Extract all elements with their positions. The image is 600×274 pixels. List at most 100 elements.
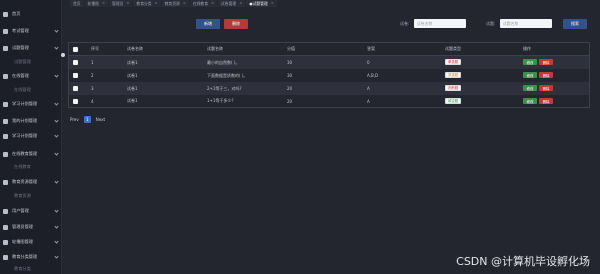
close-icon[interactable]: × xyxy=(271,0,274,7)
tab-admins[interactable]: 管理员 × xyxy=(109,0,133,7)
delete-button[interactable]: 删除 xyxy=(224,19,248,29)
answer: A,B,D xyxy=(367,73,379,78)
pagination: Prev 1 Next xyxy=(70,116,110,123)
sidebar-item-edu-category[interactable]: 教育分类管理 xyxy=(0,251,62,263)
answer: 0 xyxy=(367,60,370,65)
edit-button[interactable]: 修改 xyxy=(523,72,537,78)
row-checkbox[interactable] xyxy=(73,73,78,78)
paper-filter-label: 试卷: xyxy=(400,21,410,26)
sidebar-item-label: 在线教育管理 xyxy=(12,151,38,156)
edit-button[interactable]: 修改 xyxy=(523,85,537,91)
grid-icon xyxy=(3,73,8,79)
chevron-down-icon xyxy=(54,118,59,123)
table-header: 序号 试卷名称 试题名称 分值 答案 试题类型 操作 xyxy=(69,43,589,56)
table-row: 4 试卷1 1+1等于多少? 20 A 填空题 修改 删除 xyxy=(69,95,589,107)
edit-button[interactable]: 修改 xyxy=(523,59,537,65)
sidebar-item-questions[interactable]: 试题管理 xyxy=(0,42,62,54)
sidebar-item-label: 试题管理 xyxy=(12,45,29,50)
sidebar-subitem-edu-category[interactable]: 教育分类 xyxy=(0,263,62,274)
edit-button[interactable]: 修改 xyxy=(523,98,537,104)
question-type-tag: 判断题 xyxy=(445,85,462,91)
tab-online-edu[interactable]: 在线教育 × xyxy=(189,0,218,7)
sidebar-item-exam[interactable]: 考试管理 xyxy=(0,25,62,37)
sidebar-item-label: 教育资源管理 xyxy=(12,179,38,184)
sidebar-item-edu-resources[interactable]: 教育资源管理 xyxy=(0,176,62,188)
tab-papers[interactable]: 试卷管理 × xyxy=(218,0,246,7)
sidebar-subitem-questions[interactable]: 试题管理 xyxy=(0,56,62,68)
watermark: CSDN @计算机毕设孵化场 xyxy=(456,255,590,268)
tab-questions[interactable]: ●试题管理 × xyxy=(246,0,277,7)
sidebar-item-label: 教育资源 xyxy=(14,193,31,198)
row-index: 3 xyxy=(91,86,94,91)
tab-edu-category[interactable]: 教育分类 × xyxy=(133,0,161,7)
tab-label: 在线教育 xyxy=(192,1,208,6)
sidebar-item-admins[interactable]: 管理员管理 xyxy=(0,221,62,233)
row-checkbox[interactable] xyxy=(73,86,78,91)
close-icon[interactable]: × xyxy=(239,0,242,7)
tab-label: 教育分类 xyxy=(136,1,152,6)
question-search-input[interactable]: 试题名称 xyxy=(500,19,552,28)
close-icon[interactable]: × xyxy=(102,0,105,7)
sidebar-item-label: 首页 xyxy=(12,11,21,16)
close-icon[interactable]: × xyxy=(155,0,158,7)
row-checkbox[interactable] xyxy=(73,60,78,65)
sidebar-subitem-online-edu[interactable]: 在线教育 xyxy=(0,161,62,173)
sidebar-item-home[interactable]: 首页 xyxy=(0,8,62,20)
sidebar-item-online[interactable]: 在线管理 xyxy=(0,70,62,82)
row-index: 2 xyxy=(91,73,94,78)
sidebar-item-study-plan-2[interactable]: 学习计划管理 xyxy=(0,130,62,142)
tab-edu-resources[interactable]: 教育资源 × xyxy=(161,0,189,7)
sidebar-item-label: 教育分类管理 xyxy=(12,254,38,259)
sidebar-item-users[interactable]: 用户管理 xyxy=(0,205,62,217)
delete-row-button[interactable]: 删除 xyxy=(539,85,553,91)
current-page-button[interactable]: 1 xyxy=(83,116,91,123)
sidebar-item-carousel[interactable]: 轮播图管理 xyxy=(0,236,62,248)
question-filter-label: 试题: xyxy=(486,21,496,26)
question-type-tag: 多选题 xyxy=(445,72,462,78)
tab-label: 首页 xyxy=(73,1,81,6)
sidebar-item-label: 用户管理 xyxy=(12,208,29,213)
delete-row-button[interactable]: 删除 xyxy=(539,72,553,78)
tab-label: 试卷管理 xyxy=(221,1,237,6)
sidebar-subitem-edu-resources[interactable]: 教育资源 xyxy=(0,190,62,202)
chevron-down-icon xyxy=(54,208,59,213)
question-type-tag: 填空题 xyxy=(445,98,462,104)
sidebar-item-my-plan[interactable]: 我的计划管理 xyxy=(0,115,62,127)
gear-icon xyxy=(3,133,8,139)
user-icon xyxy=(3,28,8,34)
prev-page-button[interactable]: Prev xyxy=(70,117,79,122)
tab-carousel[interactable]: 轮播图 × xyxy=(84,0,108,7)
delete-row-button[interactable]: 删除 xyxy=(539,59,553,65)
sidebar-item-study-plan[interactable]: 学习计划管理 xyxy=(0,98,62,110)
sidebar-item-online-edu[interactable]: 在线教育管理 xyxy=(0,148,62,160)
paper-search-input[interactable]: 试卷名称 xyxy=(414,19,466,28)
score: 20 xyxy=(287,98,293,104)
table-row: 3 试卷1 2+1等于三，对吗? 20 A 判断题 修改 删除 xyxy=(69,82,589,95)
close-icon[interactable]: × xyxy=(126,0,129,7)
close-icon[interactable]: × xyxy=(183,0,186,7)
close-icon[interactable]: × xyxy=(211,0,214,7)
select-all-checkbox[interactable] xyxy=(73,47,78,52)
row-checkbox[interactable] xyxy=(73,99,78,104)
search-button[interactable]: 搜索 xyxy=(563,19,587,29)
sidebar-item-label: 在线管理 xyxy=(12,73,29,78)
row-index: 4 xyxy=(91,98,94,104)
tab-home[interactable]: 首页 xyxy=(70,0,84,7)
sidebar-item-label: 学习计划管理 xyxy=(12,101,38,106)
add-button[interactable]: 新增 xyxy=(196,19,220,29)
collapse-icon[interactable] xyxy=(61,53,65,57)
table-row: 1 试卷1 最小的自然数( )。 30 0 单选题 修改 删除 xyxy=(69,56,589,69)
sidebar-item-label: 教育分类 xyxy=(14,266,31,271)
paper-name: 试卷1 xyxy=(127,98,138,103)
chevron-down-icon xyxy=(54,224,59,229)
chevron-down-icon xyxy=(54,254,59,259)
tab-label: ●试题管理 xyxy=(249,1,268,6)
column-header: 试卷名称 xyxy=(127,46,143,51)
next-page-button[interactable]: Next xyxy=(96,117,105,122)
tab-bar: 首页 轮播图 × 管理员 × 教育分类 × 教育资源 × 在线教育 × 试卷管理 × ●试题… xyxy=(70,0,278,8)
question-name: 最小的自然数( )。 xyxy=(207,59,240,65)
sidebar-subitem-online[interactable]: 在线管理 xyxy=(0,84,62,96)
sidebar-item-label: 考试管理 xyxy=(12,28,29,33)
home-icon xyxy=(3,11,8,17)
delete-row-button[interactable]: 删除 xyxy=(539,98,553,104)
